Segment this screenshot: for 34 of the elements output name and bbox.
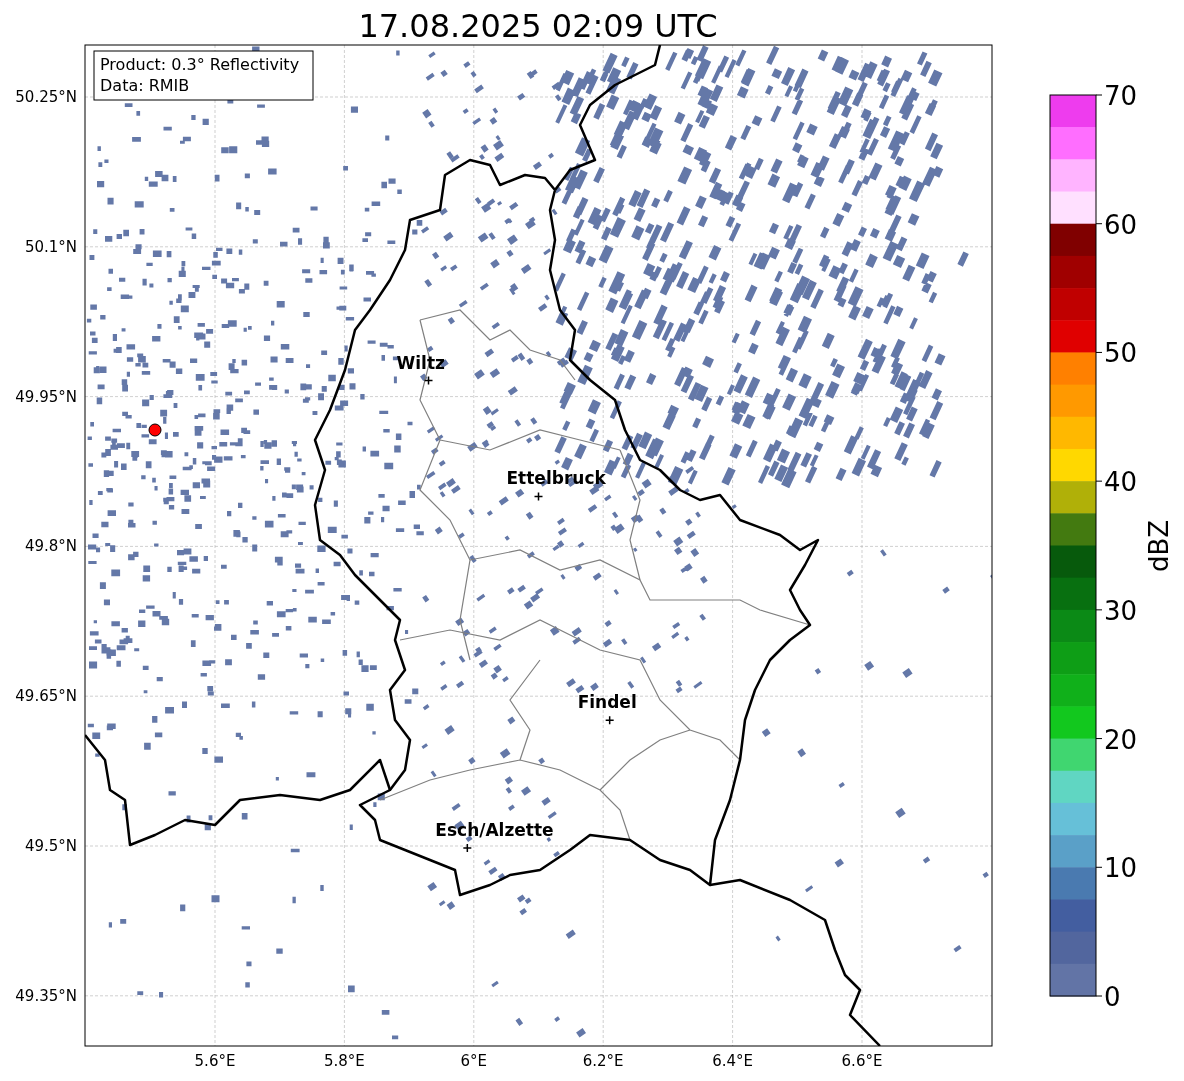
colorbar-tick-label: 70 [1104, 81, 1138, 111]
colorbar-tick-label: 60 [1104, 209, 1138, 240]
colorbar-tick-label: 40 [1104, 467, 1138, 498]
city-label: Esch/Alzette [435, 820, 554, 840]
longitude-label: 5.6°E [194, 1052, 236, 1070]
latitude-label: 49.8°N [24, 537, 77, 556]
city-label: Findel [577, 692, 637, 713]
info-text: Data: RMIB [100, 76, 190, 95]
latitude-label: 50.25°N [15, 88, 77, 106]
city-marker-icon [423, 375, 434, 386]
longitude-label: 6°E [460, 1052, 488, 1070]
colorbar-tick-label: 20 [1104, 724, 1138, 755]
colorbar-tick-label: 50 [1104, 338, 1138, 369]
colorbar-tick-label: 0 [1104, 982, 1121, 1012]
radar-site-marker [148, 423, 162, 437]
latitude-label: 50.1°N [24, 237, 77, 256]
city-marker-icon [533, 491, 544, 502]
city-label: Wiltz [396, 352, 445, 373]
colorbar-tick-label: 10 [1104, 853, 1138, 884]
colorbar-tick-label: 30 [1104, 595, 1138, 626]
longitude-label: 6.4°E [712, 1052, 753, 1070]
city-label: Ettelbruck [506, 468, 606, 489]
colorbar-label: dBZ [1144, 519, 1174, 573]
longitude-label: 5.8°E [324, 1052, 365, 1070]
latitude-label: 49.95°N [15, 387, 77, 406]
latitude-label: 49.35°N [15, 986, 77, 1005]
city-marker-icon [462, 843, 473, 853]
info-text: Product: 0.3° Reflectivity [100, 55, 300, 74]
latitude-label: 49.65°N [15, 687, 77, 706]
latitude-label: 49.5°N [24, 837, 77, 855]
longitude-label: 6.2°E [582, 1052, 624, 1070]
city-marker-icon [604, 715, 615, 725]
longitude-label: 6.6°E [841, 1052, 883, 1070]
figure-title: 17.08.2025 02:09 UTC [358, 7, 718, 45]
